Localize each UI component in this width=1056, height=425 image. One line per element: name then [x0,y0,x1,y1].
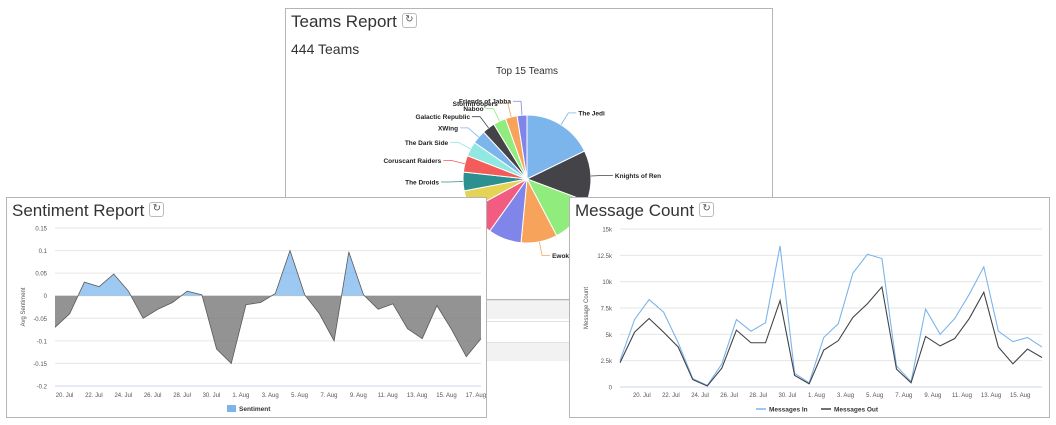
x-tick-label: 11. Aug [378,393,398,399]
message-count-line-chart: 0 2.5k 5k 7.5k 10k 12.5k 15k Message Count 20. J… [584,228,1043,414]
legend: Messages In Messages Out [756,407,879,414]
x-tick-label: 22. Jul [85,393,103,399]
x-tick-label: 15. Aug [436,393,456,399]
series-line [619,285,1043,387]
pie-data-label: Friends of Jabba [459,99,511,106]
legend-swatch [227,405,236,412]
x-tick-label: 17. Aug [466,393,486,399]
x-tick-label: 20. Jul [633,393,651,399]
y-tick-label: 5k [606,333,613,339]
y-tick-label: 12.5k [597,254,613,260]
chart-title: Top 15 Teams [496,66,558,77]
x-tick-label: 24. Jul [691,393,709,399]
x-tick-label: 30. Jul [779,393,797,399]
pie-data-label: XWing [438,125,458,132]
x-tick-label: 28. Jul [173,393,191,399]
x-tick-label: 24. Jul [114,393,132,399]
pie-data-label: The Jedi [578,110,605,117]
y-tick-label: 2.5k [601,359,613,365]
sentiment-report-panel: Sentiment Report ↻ 0.15 0.1 0.05 0 -0.05 -0.1-… [6,197,487,418]
pie-connector [538,241,551,256]
x-tick-label: 7. Aug [320,393,337,399]
sentiment-area-chart: 0.15 0.1 0.05 0 -0.05 -0.1 -0.15 -0.2 Avg Sentim… [21,227,486,414]
x-tick-label: 28. Jul [749,393,767,399]
table-row [487,300,569,319]
x-tick-label: 1. Aug [808,393,825,399]
x-tick-label: 3. Aug [837,393,854,399]
x-tick-label: 1. Aug [232,393,249,399]
y-tick-label: -0.1 [37,339,48,345]
x-tick-label: 20. Jul [56,393,74,399]
pie-connector [472,116,489,129]
x-tick-label: 7. Aug [895,393,912,399]
legend-label: Messages In [769,407,808,414]
pie-data-label: The Dark Side [405,140,449,147]
y-axis-title: Avg Sentiment [21,287,27,326]
x-tick-label: 5. Aug [291,393,308,399]
pie-data-label: Knights of Ren [615,173,661,180]
legend-label: Messages Out [834,407,879,414]
y-tick-label: 0.15 [35,227,47,233]
x-tick-label: 26. Jul [720,393,738,399]
message-count-panel: Message Count ↻ 0 2.5k 5k 7.5k 10k 12.5k 15k Mes… [569,197,1050,418]
pie-data-label: Galactic Republic [416,114,471,121]
x-tick-label: 9. Aug [350,393,367,399]
x-tick-label: 26. Jul [144,393,162,399]
pie-connector [441,181,464,183]
y-tick-label: -0.2 [37,385,48,391]
x-tick-label: 13. Aug [407,393,427,399]
y-tick-label: 10k [602,280,613,286]
y-tick-label: 0 [609,386,613,392]
table-row [487,321,569,340]
y-tick-label: 0 [44,294,48,300]
y-axis-title: Message Count [584,287,590,329]
x-tick-label: 15. Aug [1010,393,1030,399]
x-tick-label: 5. Aug [866,393,883,399]
pie-connector [512,100,523,116]
pie-connector [443,159,465,165]
x-tick-label: 30. Jul [203,393,221,399]
x-tick-label: 13. Aug [981,393,1001,399]
y-tick-label: 7.5k [601,307,613,313]
pie-connector [460,127,479,138]
x-tick-label: 3. Aug [262,393,279,399]
pie-connector [450,141,471,150]
pie-connector [590,174,613,177]
background-table [487,300,569,361]
y-tick-label: 0.05 [35,272,47,278]
x-tick-label: 11. Aug [952,393,972,399]
y-tick-label: -0.15 [33,362,47,368]
x-tick-label: 22. Jul [662,393,680,399]
y-tick-label: -0.05 [33,317,47,323]
series-line [619,245,1043,387]
table-row [487,342,569,361]
legend-label: Sentiment [239,406,271,413]
pie-data-label: The Droids [405,180,439,187]
y-tick-label: 0.1 [39,249,48,255]
pie-data-label: Coruscant Raiders [383,158,441,165]
x-tick-label: 9. Aug [924,393,941,399]
sentiment-area-negative [55,295,481,364]
pie-connector [485,108,500,122]
legend: Sentiment [227,405,271,413]
pie-connector [560,112,577,125]
y-tick-label: 15k [602,228,613,234]
